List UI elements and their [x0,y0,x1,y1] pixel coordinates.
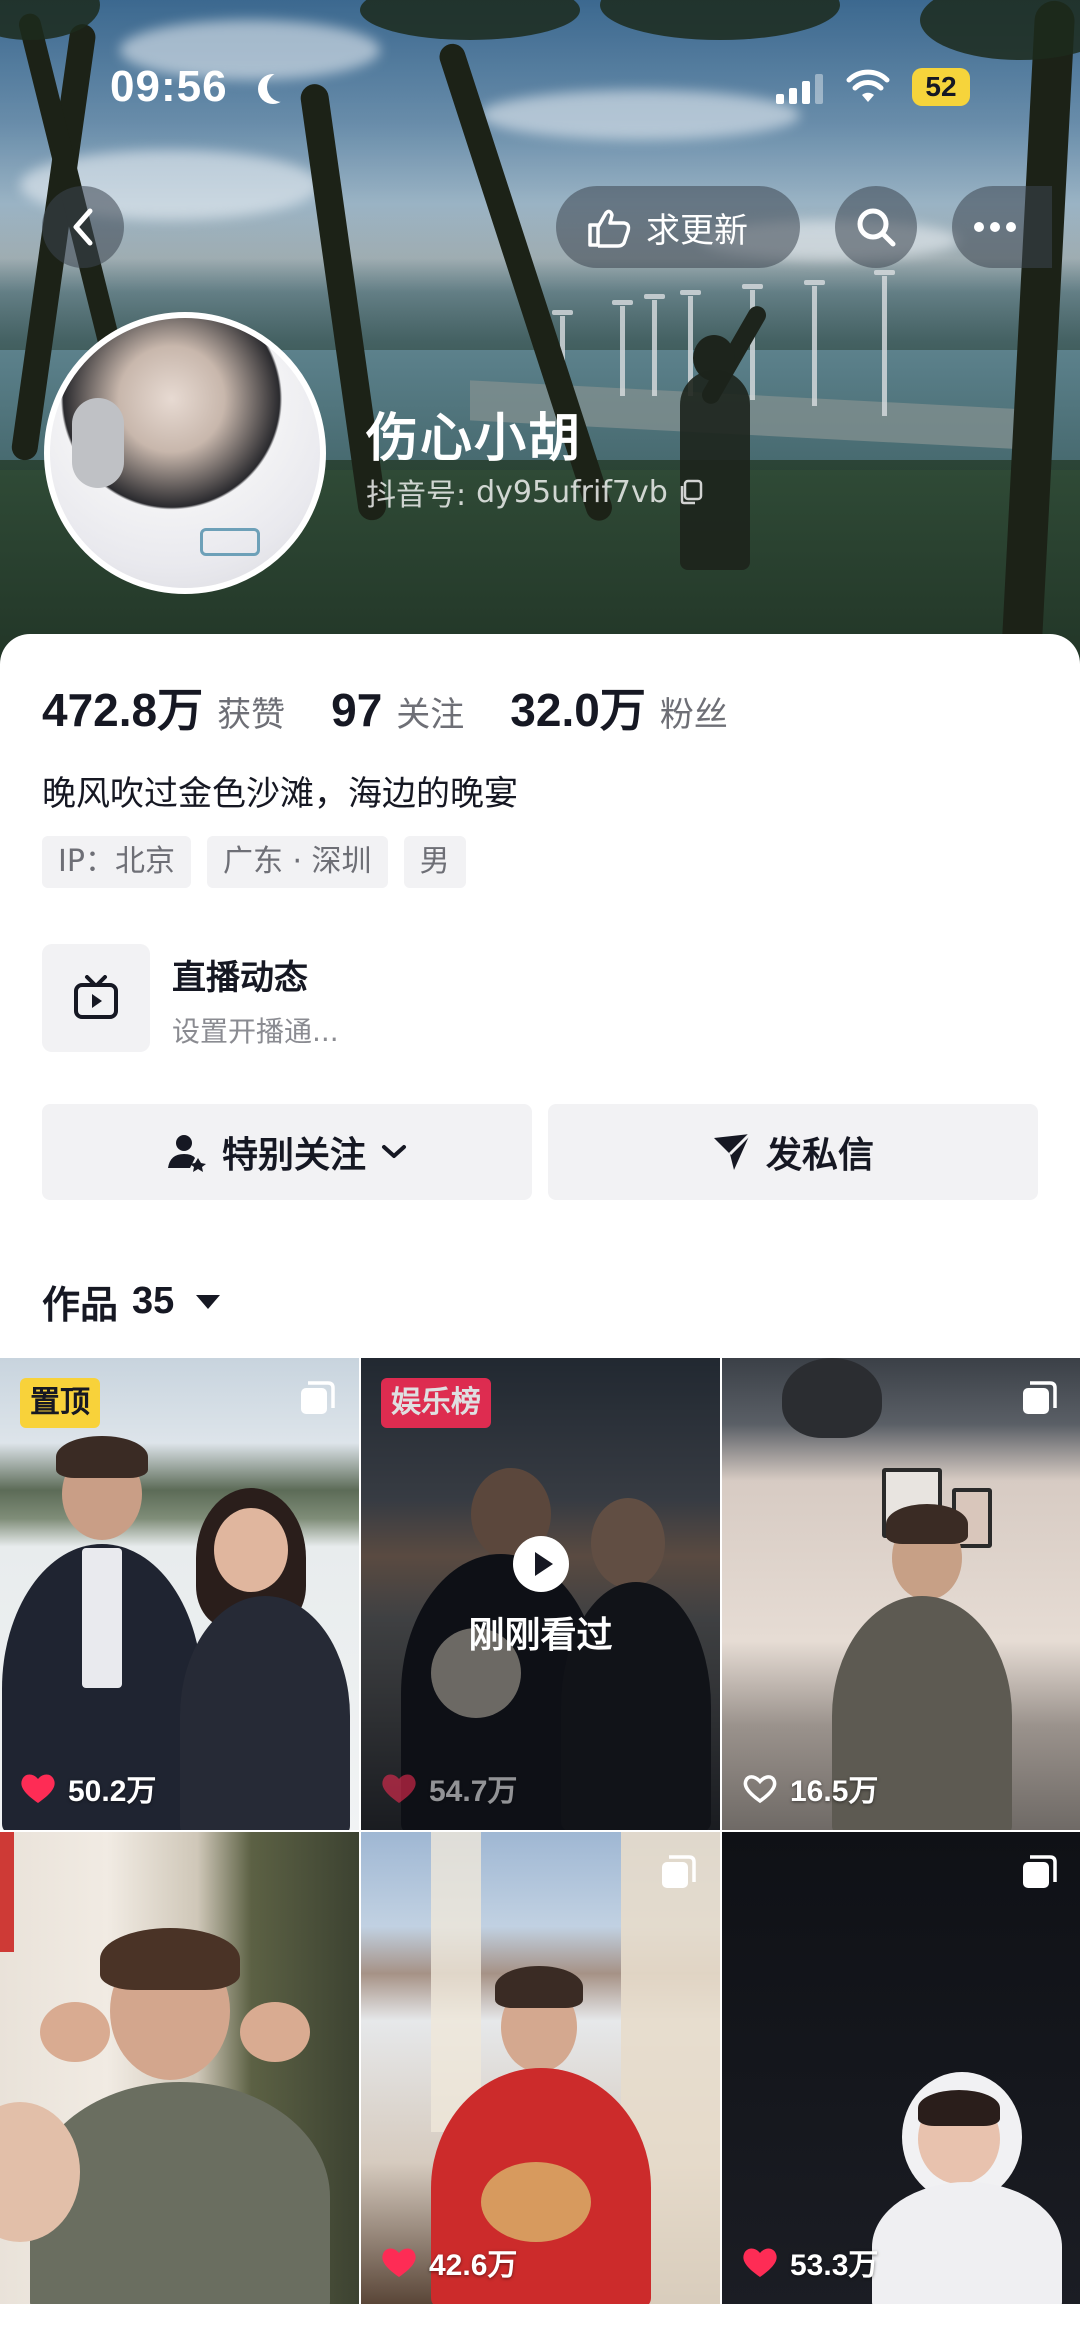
hand-point-icon [588,209,631,248]
like-count: 53.3万 [742,2240,878,2284]
tab-works-label: 作品 [42,1283,119,1327]
stat-following-value: 97 [331,684,383,736]
send-icon [713,1132,752,1170]
request-update-label: 求更新 [646,210,748,251]
video-tile[interactable]: 53.3万 [722,1832,1080,2304]
heart-outline-icon [743,1775,777,1804]
send-message-label: 发私信 [765,1135,874,1176]
carousel-icon [1023,1855,1057,1888]
recently-watched-label: 刚刚看过 [468,1615,613,1656]
stat-followers-label: 粉丝 [659,695,728,735]
play-icon [512,1536,569,1592]
ranking-badge: 娱乐榜 [381,1378,491,1428]
like-count: 16.5万 [742,1766,878,1810]
user-star-icon [167,1135,206,1172]
back-button[interactable] [42,186,124,268]
like-count: 50.2万 [20,1766,156,1810]
video-grid: 置顶 50.2万 娱乐榜 刚刚看过 54.7万 16.5万 42.6万 53.3… [0,1358,1080,2304]
tab-works-count: 35 [132,1280,175,1322]
copy-icon[interactable] [678,479,704,505]
more-button[interactable] [952,186,1052,268]
tag-gender: 男 [403,836,466,888]
stat-followers-value: 32.0万 [510,684,646,736]
video-tile[interactable] [0,1832,359,2304]
more-dots-icon [974,222,1016,232]
live-feed-title[interactable]: 直播动态 [172,950,308,999]
stat-following[interactable]: 97 关注 [331,683,464,737]
stat-following-label: 关注 [396,695,465,735]
pinned-badge: 置顶 [20,1378,100,1428]
battery-indicator: 52 [912,68,970,106]
live-feed-subtitle: 设置开播通... [172,1015,339,1048]
heart-filled-icon [21,1774,55,1803]
profile-nickname: 伤心小胡 [366,409,583,469]
heart-filled-icon [743,2248,777,2277]
request-update-button[interactable]: 求更新 [556,186,800,268]
tag-city: 广东 · 深圳 [206,836,388,888]
carousel-icon [662,1855,696,1888]
stat-likes-value: 472.8万 [42,684,204,736]
like-count-value: 42.6万 [429,2249,518,2282]
tag-ip-location: IP：北京 [42,836,191,888]
tv-icon [74,975,118,1019]
carousel-icon [1023,1381,1057,1414]
search-button[interactable] [835,186,917,268]
douyin-id-row[interactable]: 抖音号: dy95ufrif7vb [366,470,704,514]
stat-likes-label: 获赞 [217,695,286,735]
cellular-signal-icon [776,72,823,104]
like-count-value: 54.7万 [429,1775,518,1808]
video-tile[interactable]: 16.5万 [722,1358,1080,1830]
caret-down-icon [196,1294,221,1309]
search-icon [857,208,896,247]
video-tile[interactable]: 42.6万 [361,1832,720,2304]
profile-bio: 晚风吹过金色沙滩，海边的晚宴 [42,774,518,814]
status-time: 09:56 [110,62,228,111]
stat-followers[interactable]: 32.0万 粉丝 [510,674,728,740]
chevron-down-icon [382,1145,406,1158]
douyin-id-value: dy95ufrif7vb [476,474,668,510]
carousel-icon [301,1381,335,1414]
heart-filled-icon [382,1774,416,1803]
like-count-value: 16.5万 [790,1775,879,1808]
live-feed-entry[interactable] [42,944,150,1052]
send-message-button[interactable]: 发私信 [548,1104,1038,1200]
stat-likes[interactable]: 472.8万 获赞 [42,674,285,740]
douyin-id-label: 抖音号: [366,478,467,513]
profile-tags: IP：北京 广东 · 深圳 男 [42,836,466,888]
profile-stats: 472.8万 获赞 97 关注 32.0万 粉丝 [42,674,774,740]
recently-watched-overlay: 刚刚看过 [361,1536,720,1658]
special-follow-label: 特别关注 [221,1135,366,1176]
moon-icon [267,72,297,102]
status-bar: 09:56 52 [0,0,1080,140]
like-count: 42.6万 [381,2240,517,2284]
heart-filled-icon [382,2248,416,2277]
avatar[interactable] [44,312,326,594]
like-count-value: 53.3万 [790,2249,879,2282]
chevron-left-icon [73,208,93,246]
video-tile[interactable]: 置顶 50.2万 [0,1358,359,1830]
wifi-icon [846,69,890,102]
like-count-value: 50.2万 [68,1775,157,1808]
like-count: 54.7万 [381,1766,517,1810]
tab-works[interactable]: 作品 35 [42,1274,221,1329]
special-follow-button[interactable]: 特别关注 [42,1104,532,1200]
video-tile[interactable]: 娱乐榜 刚刚看过 54.7万 [361,1358,720,1830]
